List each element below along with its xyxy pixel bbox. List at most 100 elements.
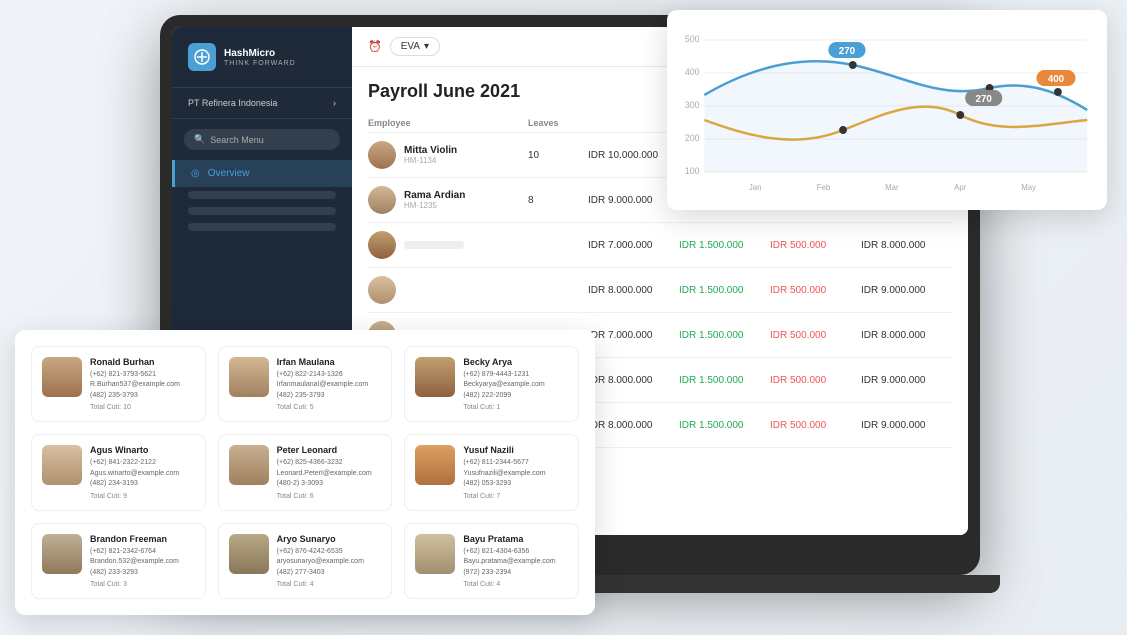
employee-details: (+62) 825-4366-3232 Leonard.PeterI@examp… [277, 458, 382, 490]
sidebar-logo: HashMicro THINK FORWARD [172, 43, 352, 88]
menu-placeholder-2 [188, 207, 336, 215]
svg-text:200: 200 [685, 133, 700, 143]
cards-overlay: Ronald Burhan (+62) 821-3793-5621 R.Burh… [15, 330, 595, 616]
employee-card-info: Irfan Maulana (+62) 822-2143-1326 Irfanm… [277, 357, 382, 412]
company-section[interactable]: PT Refinera Indonesia › [172, 88, 352, 119]
employee-cell [368, 276, 528, 304]
chart-overlay: 500 400 300 200 100 [667, 10, 1107, 210]
basic-cell: IDR 7.000.000 [588, 240, 679, 251]
col-leaves: Leaves [528, 118, 588, 128]
employee-card-info: Brandon Freeman (+62) 821-2342-6764 Bran… [90, 534, 195, 589]
employee-details: (+62) 879-4443-1231 Beckyarya@example.co… [463, 370, 568, 402]
allowances-cell: IDR 1.500.000 [679, 330, 770, 341]
svg-text:500: 500 [685, 34, 700, 44]
avatar [368, 231, 396, 259]
employee-name: Agus Winarto [90, 445, 195, 455]
basic-cell: IDR 7.000.000 [588, 330, 679, 341]
employee-name: Aryo Sunaryo [277, 534, 382, 544]
employee-details: (+62) 811-2344-5677 Yusufnazili@example.… [463, 458, 568, 490]
employee-cuti: Total Cuti: 7 [463, 493, 568, 500]
svg-text:Apr: Apr [954, 183, 967, 192]
employee-card: Bayu Pratama (+62) 821-4304-6356 Bayu.pr… [404, 523, 579, 600]
search-box[interactable]: 🔍 Search Menu [184, 129, 340, 150]
employee-name: Irfan Maulana [277, 357, 382, 367]
employee-name: Becky Arya [463, 357, 568, 367]
allowances-cell: IDR 1.500.000 [679, 420, 770, 431]
employee-card-info: Yusuf Nazili (+62) 811-2344-5677 Yusufna… [463, 445, 568, 500]
company-name: PT Refinera Indonesia [188, 98, 277, 108]
avatar [368, 141, 396, 169]
net-cell: IDR 9.000.000 [861, 285, 952, 296]
emp-id: HM-1235 [404, 201, 465, 210]
avatar [229, 534, 269, 574]
employee-card: Irfan Maulana (+62) 822-2143-1326 Irfanm… [218, 346, 393, 423]
net-cell: IDR 8.000.000 [861, 330, 952, 341]
search-label: Search Menu [210, 135, 264, 145]
employee-details: (+62) 821-4304-6356 Bayu.pratama@example… [463, 547, 568, 579]
svg-text:May: May [1021, 183, 1036, 192]
employee-card: Aryo Sunaryo (+62) 876-4242-6535 aryosun… [218, 523, 393, 600]
chevron-down-icon: ▾ [424, 41, 429, 52]
basic-cell: IDR 8.000.000 [588, 375, 679, 386]
table-row: IDR 7.000.000 IDR 1.500.000 IDR 500.000 … [368, 223, 952, 268]
employee-cuti: Total Cuti: 4 [277, 581, 382, 588]
chevron-right-icon: › [333, 98, 336, 108]
employee-card-info: Becky Arya (+62) 879-4443-1231 Beckyarya… [463, 357, 568, 412]
employee-details: (+62) 821-2342-6764 Brandon.532@example.… [90, 547, 195, 579]
col-employee: Employee [368, 118, 528, 128]
leaves-cell: 10 [528, 150, 588, 161]
employee-details: (+62) 821-3793-5621 R.Burhan537@example.… [90, 370, 195, 402]
sidebar-item-overview[interactable]: ◎ Overview [172, 160, 352, 187]
employee-cell: Mitta Violin HM-1134 [368, 141, 528, 169]
avatar [42, 534, 82, 574]
employee-card-info: Agus Winarto (+62) 841-2322-2122 Agus.wi… [90, 445, 195, 500]
avatar [229, 445, 269, 485]
employee-cuti: Total Cuti: 10 [90, 404, 195, 411]
employee-cell: Rama Ardian HM-1235 [368, 186, 528, 214]
svg-text:100: 100 [685, 166, 700, 176]
employee-cuti: Total Cuti: 9 [90, 493, 195, 500]
basic-cell: IDR 8.000.000 [588, 285, 679, 296]
employee-cuti: Total Cuti: 5 [277, 404, 382, 411]
avatar [415, 445, 455, 485]
employee-card: Agus Winarto (+62) 841-2322-2122 Agus.wi… [31, 434, 206, 511]
allowances-cell: IDR 1.500.000 [679, 285, 770, 296]
employee-name: Brandon Freeman [90, 534, 195, 544]
net-cell: IDR 8.000.000 [861, 240, 952, 251]
menu-placeholder-1 [188, 191, 336, 199]
search-icon: 🔍 [194, 134, 205, 145]
allowances-cell: IDR 1.500.000 [679, 375, 770, 386]
avatar [368, 276, 396, 304]
eva-label: EVA [401, 41, 420, 52]
employee-details: (+62) 841-2322-2122 Agus.winarto@example… [90, 458, 195, 490]
col-basic [588, 118, 679, 128]
svg-text:300: 300 [685, 100, 700, 110]
employee-cuti: Total Cuti: 3 [90, 581, 195, 588]
employee-details: (+62) 876-4242-6535 aryosunaryo@example.… [277, 547, 382, 579]
leaves-cell: 8 [528, 195, 588, 206]
eva-badge[interactable]: EVA ▾ [390, 37, 440, 56]
emp-name: Mitta Violin [404, 145, 457, 156]
employee-cell [368, 231, 528, 259]
svg-text:400: 400 [685, 67, 700, 77]
chart-area: 500 400 300 200 100 [677, 20, 1097, 200]
employee-card: Brandon Freeman (+62) 821-2342-6764 Bran… [31, 523, 206, 600]
employee-card: Ronald Burhan (+62) 821-3793-5621 R.Burh… [31, 346, 206, 423]
chart-svg: 500 400 300 200 100 [677, 20, 1097, 200]
avatar [229, 357, 269, 397]
employee-cuti: Total Cuti: 1 [463, 404, 568, 411]
employee-cuti: Total Cuti: 4 [463, 581, 568, 588]
logo-icon [188, 43, 216, 71]
emp-name: Rama Ardian [404, 190, 465, 201]
deductions-cell: IDR 500.000 [770, 240, 861, 251]
employee-card: Peter Leonard (+62) 825-4366-3232 Leonar… [218, 434, 393, 511]
deductions-cell: IDR 500.000 [770, 420, 861, 431]
employee-card-info: Peter Leonard (+62) 825-4366-3232 Leonar… [277, 445, 382, 500]
overview-icon: ◎ [191, 168, 200, 179]
basic-cell: IDR 8.000.000 [588, 420, 679, 431]
employee-card: Becky Arya (+62) 879-4443-1231 Beckyarya… [404, 346, 579, 423]
basic-cell: IDR 10.000.000 [588, 150, 679, 161]
avatar [368, 186, 396, 214]
clock-icon: ⏰ [368, 40, 382, 53]
avatar [415, 534, 455, 574]
